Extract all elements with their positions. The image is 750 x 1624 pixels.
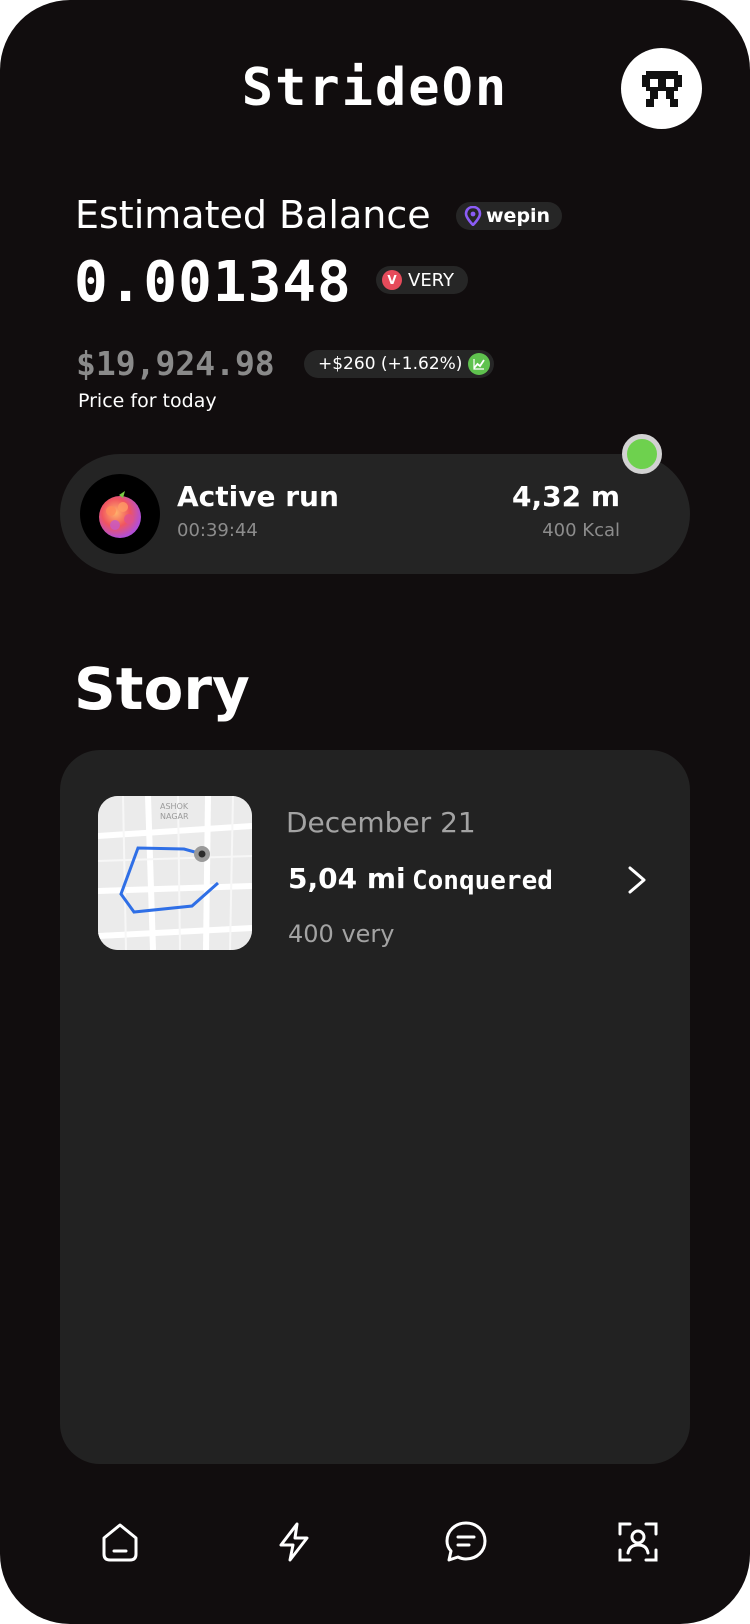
price-change-badge: +$260 (+1.62%) — [304, 350, 495, 378]
balance-value: 0.001348 — [74, 250, 352, 315]
app-screen: StrideOn Estimated Balance wepin 0.00134… — [0, 0, 750, 1624]
story-status: Conquered — [412, 866, 553, 896]
bottom-nav — [0, 1500, 750, 1590]
nav-chat-button[interactable] — [442, 1518, 490, 1566]
price-note: Price for today — [78, 390, 217, 412]
wepin-badge[interactable]: wepin — [456, 202, 563, 230]
location-pin-icon — [464, 206, 482, 226]
story-reward: 400 very — [288, 920, 395, 948]
live-status-indicator — [622, 434, 662, 474]
token-badge: V VERY — [376, 266, 469, 294]
nav-profile-button[interactable] — [614, 1518, 662, 1566]
very-token-icon: V — [382, 270, 402, 290]
run-avatar — [80, 474, 160, 554]
chat-icon — [445, 1521, 487, 1562]
pixel-avatar-icon — [641, 70, 682, 107]
route-map-icon: ASHOK NAGAR — [98, 796, 252, 950]
story-distance: 5,04 mi — [288, 862, 406, 895]
active-run-elapsed: 00:39:44 — [177, 520, 258, 541]
home-icon — [102, 1523, 138, 1562]
map-label-1: ASHOK — [160, 802, 189, 811]
profile-scan-icon — [618, 1522, 658, 1562]
nav-activity-button[interactable] — [270, 1518, 318, 1566]
story-card: ASHOK NAGAR December 21 5,04 mi Conquere… — [60, 750, 690, 1464]
active-run-calories: 400 Kcal — [542, 520, 620, 541]
active-run-title: Active run — [177, 480, 339, 513]
price-change-text: +$260 (+1.62%) — [318, 354, 463, 374]
token-label: VERY — [408, 269, 455, 291]
active-run-card[interactable]: Active run 00:39:44 4,32 m 400 Kcal — [60, 454, 690, 574]
lightning-icon — [279, 1522, 309, 1562]
active-run-distance: 4,32 m — [511, 480, 620, 513]
berry-icon — [99, 491, 141, 538]
balance-label: Estimated Balance — [75, 193, 431, 237]
wepin-label: wepin — [486, 205, 551, 227]
map-label-2: NAGAR — [160, 812, 189, 821]
route-map-thumbnail: ASHOK NAGAR — [98, 796, 252, 950]
nav-home-button[interactable] — [96, 1518, 144, 1566]
profile-avatar-button[interactable] — [621, 48, 702, 129]
chevron-right-icon[interactable] — [626, 860, 650, 900]
story-date: December 21 — [286, 806, 476, 839]
story-heading: Story — [74, 655, 250, 723]
usd-value: $19,924.98 — [76, 344, 275, 383]
trend-up-icon — [468, 353, 491, 375]
